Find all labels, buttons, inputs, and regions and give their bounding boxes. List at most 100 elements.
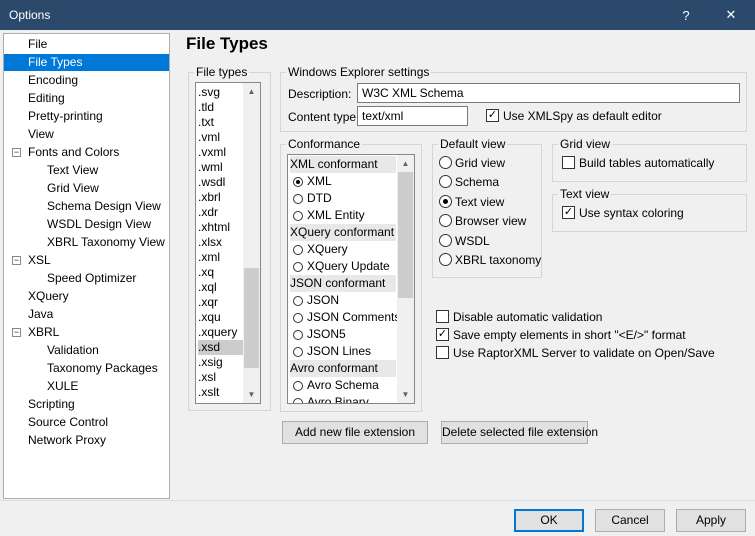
option-label[interactable]: Text view [455,195,504,209]
list-item-selected[interactable]: .xsd [198,340,243,355]
tree-item-xsl[interactable]: XSL [28,252,51,269]
close-icon[interactable]: ✕ [710,0,752,30]
list-item[interactable]: .svg [198,85,220,100]
radio-browser-view[interactable] [439,214,452,227]
build-tables-checkbox[interactable] [562,156,575,169]
tree-item-xbrl-taxonomy-view[interactable]: XBRL Taxonomy View [47,234,165,251]
radio-xbrl-taxonomy[interactable] [439,253,452,266]
delete-extension-button[interactable]: Delete selected file extension [441,421,598,444]
radio-json-comments[interactable] [293,313,303,323]
tree-item-text-view[interactable]: Text View [47,162,98,179]
tree-item-network-proxy[interactable]: Network Proxy [28,432,106,449]
tree-item-source-control[interactable]: Source Control [28,414,108,431]
scroll-down-icon[interactable]: ▼ [397,386,414,403]
scroll-down-icon[interactable]: ▼ [243,386,260,403]
option-label[interactable]: Browser view [455,214,526,228]
tree-item-fonts-and-colors[interactable]: Fonts and Colors [28,144,119,161]
scroll-up-icon[interactable]: ▲ [397,155,414,172]
list-item[interactable]: .wml [198,160,223,175]
use-default-editor-checkbox[interactable]: ✓ [486,109,499,122]
collapse-icon[interactable]: − [12,328,21,337]
option-label[interactable]: WSDL [455,234,490,248]
disable-validation-checkbox[interactable] [436,310,449,323]
list-item[interactable]: .xml [198,250,220,265]
list-item[interactable]: .wsdl [198,175,225,190]
ok-button[interactable]: OK [514,509,584,532]
tree-item-grid-view[interactable]: Grid View [47,180,99,197]
option-label[interactable]: DTD [307,191,332,205]
radio-xml-entity[interactable] [293,211,303,221]
apply-button[interactable]: Apply [676,509,746,532]
option-label[interactable]: Schema [455,175,499,189]
list-item[interactable]: .tld [198,100,214,115]
tree-item-file[interactable]: File [28,36,47,53]
tree-item-xbrl[interactable]: XBRL [28,324,59,341]
radio-dtd[interactable] [293,194,303,204]
list-item[interactable]: .xsl [198,370,216,385]
tree-item-scripting[interactable]: Scripting [28,396,75,413]
scroll-thumb[interactable] [398,172,413,298]
radio-schema[interactable] [439,175,452,188]
list-item[interactable]: .xdr [198,205,218,220]
list-item[interactable]: .xql [198,280,217,295]
radio-json5[interactable] [293,330,303,340]
list-item[interactable]: .vxml [198,145,226,160]
list-item[interactable]: .xqr [198,295,218,310]
tree-item-wsdl-design-view[interactable]: WSDL Design View [47,216,151,233]
radio-text-view[interactable] [439,195,452,208]
radio-avro-binary[interactable] [293,398,303,403]
tree-item-java[interactable]: Java [28,306,53,323]
raptorxml-validate-checkbox[interactable] [436,346,449,359]
radio-xml[interactable] [293,177,303,187]
tree-item-editing[interactable]: Editing [28,90,65,107]
option-label[interactable]: JSON [307,293,339,307]
collapse-icon[interactable]: − [12,256,21,265]
radio-xquery[interactable] [293,245,303,255]
radio-xquery-update[interactable] [293,262,303,272]
file-types-scrollbar[interactable]: ▲ ▼ [243,83,260,403]
option-label[interactable]: XBRL taxonomy [455,253,541,267]
scroll-up-icon[interactable]: ▲ [243,83,260,100]
list-item[interactable]: .xlsx [198,235,222,250]
option-label[interactable]: JSON5 [307,327,346,341]
add-extension-button[interactable]: Add new file extension [282,421,428,444]
collapse-icon[interactable]: − [12,148,21,157]
list-item[interactable]: .xq [198,265,214,280]
radio-json-lines[interactable] [293,347,303,357]
tree-item-encoding[interactable]: Encoding [28,72,78,89]
conformance-scrollbar[interactable]: ▲ ▼ [397,155,414,403]
list-item[interactable]: .xslt [198,385,219,400]
option-label[interactable]: XQuery Update [307,259,390,273]
option-label[interactable]: XML Entity [307,208,365,222]
option-label[interactable]: XQuery [307,242,348,256]
content-type-field[interactable]: text/xml [357,106,468,126]
description-field[interactable]: W3C XML Schema [357,83,740,103]
option-label[interactable]: JSON Lines [307,344,371,358]
tree-item-xule[interactable]: XULE [47,378,78,395]
option-label[interactable]: Avro Binary [307,395,369,403]
tree-item-file-types[interactable]: File Types [4,54,169,71]
option-label[interactable]: JSON Comments [307,310,400,324]
tree-item-xquery[interactable]: XQuery [28,288,69,305]
tree-item-taxonomy-packages[interactable]: Taxonomy Packages [47,360,158,377]
radio-grid-view[interactable] [439,156,452,169]
radio-wsdl[interactable] [439,234,452,247]
tree-item-schema-design-view[interactable]: Schema Design View [47,198,161,215]
list-item[interactable]: .xhtml [198,220,230,235]
tree-item-validation[interactable]: Validation [47,342,99,359]
list-item[interactable]: .vml [198,130,220,145]
option-label[interactable]: XML [307,174,332,188]
list-item[interactable]: .xquery [198,325,237,340]
radio-avro-schema[interactable] [293,381,303,391]
option-label[interactable]: Grid view [455,156,505,170]
tree-item-view[interactable]: View [28,126,54,143]
tree-item-speed-optimizer[interactable]: Speed Optimizer [47,270,136,287]
radio-json[interactable] [293,296,303,306]
cancel-button[interactable]: Cancel [595,509,665,532]
syntax-coloring-checkbox[interactable]: ✓ [562,206,575,219]
list-item[interactable]: .xsig [198,355,223,370]
tree-item-pretty-printing[interactable]: Pretty-printing [28,108,103,125]
list-item[interactable]: .xqu [198,310,221,325]
scroll-thumb[interactable] [244,268,259,368]
save-empty-elements-checkbox[interactable]: ✓ [436,328,449,341]
